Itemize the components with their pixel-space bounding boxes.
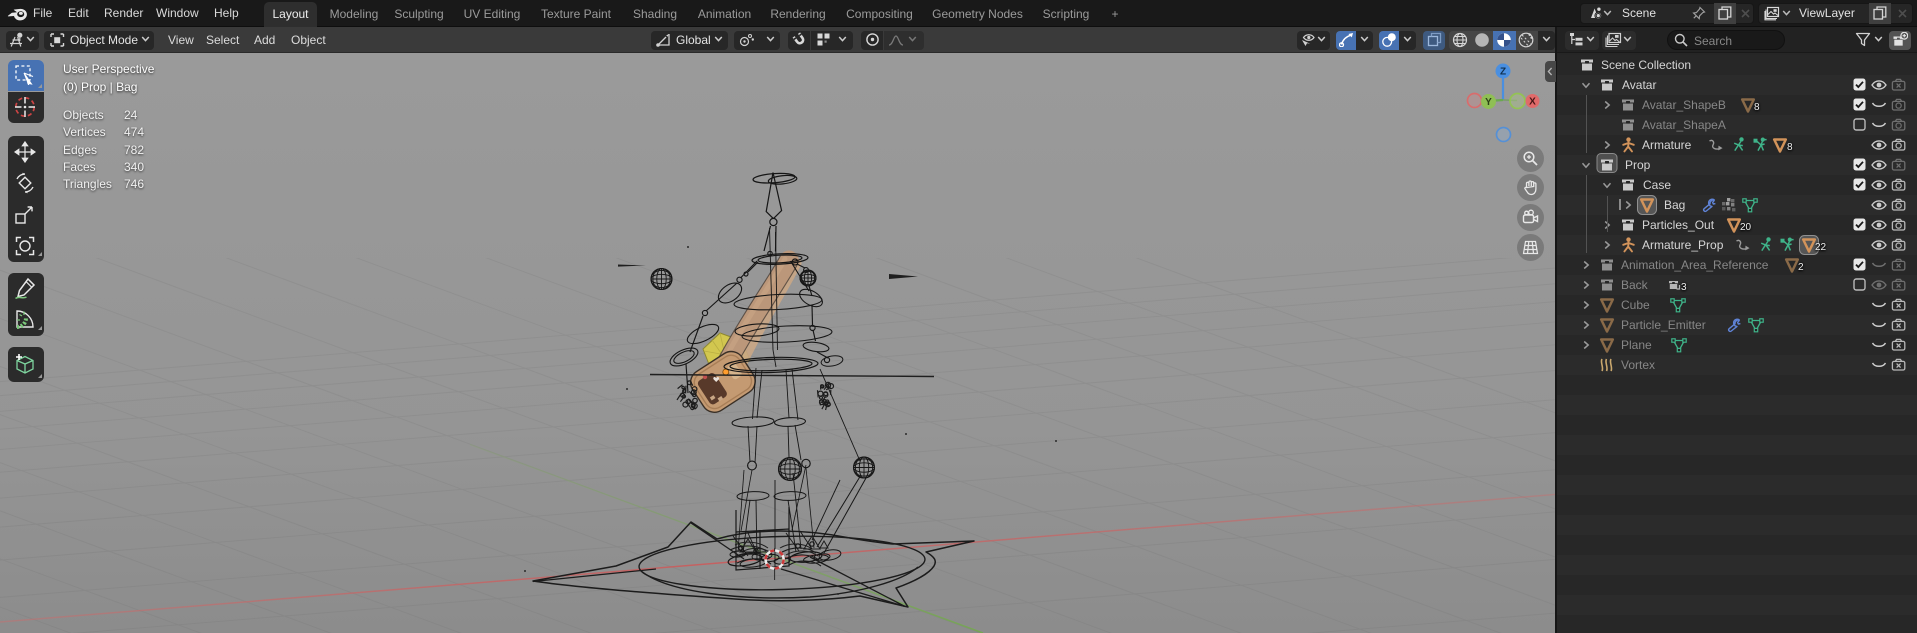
- svg-text:Z: Z: [1500, 67, 1506, 78]
- svg-text:Y: Y: [1485, 97, 1492, 108]
- svg-text:X: X: [1529, 97, 1536, 108]
